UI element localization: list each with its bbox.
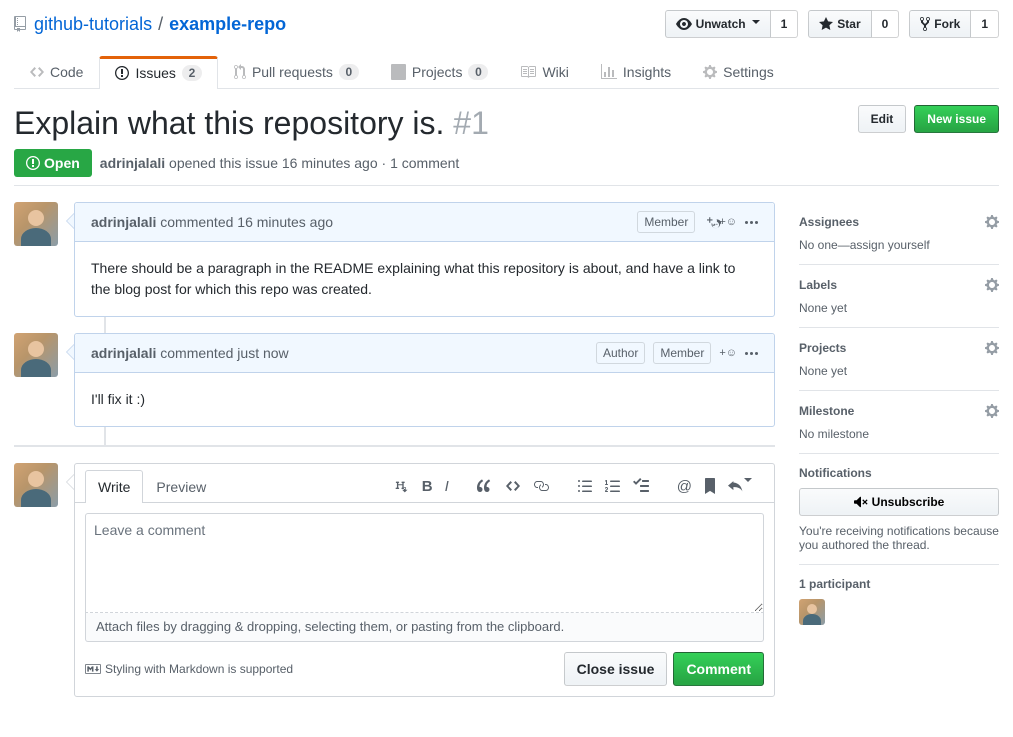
comment-menu-button[interactable] <box>745 352 758 355</box>
author-badge: Author <box>596 342 645 364</box>
milestone-title: Milestone <box>799 404 854 418</box>
notifications-title: Notifications <box>799 466 872 480</box>
list-ul-icon[interactable] <box>573 474 597 499</box>
labels-value: None yet <box>799 301 999 315</box>
pulls-count: 0 <box>339 64 359 80</box>
avatar[interactable] <box>14 333 58 377</box>
participants-title: 1 participant <box>799 577 870 591</box>
star-count[interactable]: 0 <box>872 10 900 38</box>
issue-opened-icon <box>26 155 40 171</box>
tasklist-icon[interactable] <box>629 474 653 499</box>
caret-down-icon <box>752 20 760 28</box>
participant-avatar[interactable] <box>799 599 825 625</box>
markdown-icon <box>85 663 101 675</box>
issues-count: 2 <box>182 65 202 81</box>
link-icon[interactable] <box>529 474 553 499</box>
projects-value: None yet <box>799 364 999 378</box>
tab-pulls[interactable]: Pull requests 0 <box>218 56 375 88</box>
issue-opened-icon <box>115 65 129 81</box>
eye-icon <box>676 16 692 32</box>
member-badge: Member <box>637 211 695 233</box>
comment: adrinjalali commented 16 minutes ago Mem… <box>74 202 775 317</box>
tab-insights[interactable]: Insights <box>585 56 687 88</box>
projects-count: 0 <box>468 64 488 80</box>
heading-icon[interactable] <box>390 474 414 499</box>
tab-settings[interactable]: Settings <box>687 56 790 88</box>
fork-count[interactable]: 1 <box>971 10 999 38</box>
fork-icon <box>920 16 930 32</box>
add-reaction-button[interactable]: +☺ <box>719 347 737 359</box>
watch-button[interactable]: Unwatch 1 <box>665 10 799 38</box>
star-button[interactable]: Star 0 <box>808 10 899 38</box>
gear-icon[interactable] <box>985 277 999 293</box>
tab-code[interactable]: Code <box>14 56 99 88</box>
italic-icon[interactable]: I <box>441 474 453 499</box>
issue-meta-text: adrinjalali opened this issue 16 minutes… <box>100 155 460 171</box>
issue-title: Explain what this repository is. #1 <box>14 105 489 141</box>
code-icon <box>30 64 44 80</box>
gear-icon[interactable] <box>985 403 999 419</box>
tab-issues[interactable]: Issues 2 <box>99 56 217 89</box>
repo-name-link[interactable]: example-repo <box>169 14 286 35</box>
list-ol-icon[interactable] <box>601 474 625 499</box>
repo-owner-link[interactable]: github-tutorials <box>34 14 152 35</box>
gear-icon[interactable] <box>985 214 999 230</box>
bookmark-icon[interactable] <box>700 474 720 499</box>
comment-author[interactable]: adrinjalali <box>91 345 156 361</box>
tab-projects[interactable]: Projects 0 <box>375 56 505 88</box>
book-icon <box>520 64 536 80</box>
assignees-title: Assignees <box>799 215 859 229</box>
git-pull-request-icon <box>234 64 246 80</box>
labels-title: Labels <box>799 278 837 292</box>
write-tab[interactable]: Write <box>85 470 143 503</box>
mute-icon <box>854 494 868 510</box>
code-icon[interactable] <box>501 474 525 499</box>
notifications-reason: You're receiving notifications because y… <box>799 524 999 552</box>
state-badge: Open <box>14 149 92 177</box>
comment-author[interactable]: adrinjalali <box>91 214 156 230</box>
reply-icon[interactable] <box>724 474 756 499</box>
gear-icon[interactable] <box>985 340 999 356</box>
comment-button[interactable]: Comment <box>673 652 764 686</box>
comment: adrinjalali commented just now Author Me… <box>74 333 775 427</box>
comment-textarea[interactable] <box>85 513 764 613</box>
tab-wiki[interactable]: Wiki <box>504 56 584 88</box>
comment-body: I'll fix it :) <box>75 373 774 426</box>
repo-icon <box>14 16 30 32</box>
star-icon <box>819 16 833 32</box>
close-issue-button[interactable]: Close issue <box>564 652 668 686</box>
project-icon <box>391 64 406 80</box>
edit-button[interactable]: Edit <box>858 105 907 133</box>
comment-menu-button[interactable] <box>745 221 758 224</box>
member-badge: Member <box>653 342 711 364</box>
comment-body: There should be a paragraph in the READM… <box>75 242 774 316</box>
bold-icon[interactable]: B <box>418 474 437 499</box>
milestone-value: No milestone <box>799 427 999 441</box>
preview-tab[interactable]: Preview <box>143 470 219 503</box>
new-issue-button[interactable]: New issue <box>914 105 999 133</box>
markdown-hint[interactable]: Styling with Markdown is supported <box>85 662 293 676</box>
avatar[interactable] <box>14 463 58 507</box>
projects-title: Projects <box>799 341 846 355</box>
gear-icon <box>703 64 717 80</box>
assignees-value[interactable]: No one—assign yourself <box>799 238 999 252</box>
fork-button[interactable]: Fork 1 <box>909 10 999 38</box>
unsubscribe-button[interactable]: Unsubscribe <box>799 488 999 516</box>
comment-form: Write Preview B I <box>74 463 775 697</box>
issue-number: #1 <box>453 105 489 141</box>
graph-icon <box>601 64 617 80</box>
quote-icon[interactable] <box>473 474 497 499</box>
watch-count[interactable]: 1 <box>771 10 799 38</box>
avatar[interactable] <box>14 202 58 246</box>
attach-hint[interactable]: Attach files by dragging & dropping, sel… <box>85 612 764 642</box>
mention-icon[interactable]: @ <box>673 474 696 499</box>
add-reaction-button[interactable]: +☺ <box>703 214 737 230</box>
